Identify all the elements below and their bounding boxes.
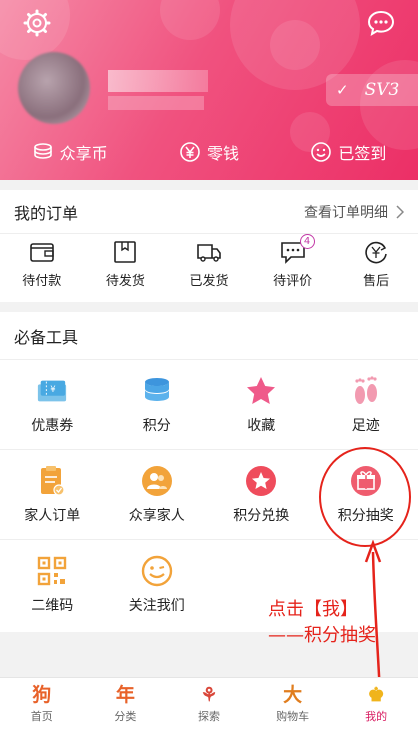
- view-all-orders-link[interactable]: 查看订单明细: [304, 202, 404, 222]
- coupon-icon: ¥: [36, 375, 68, 407]
- bg-bubble: [270, 20, 320, 70]
- coin-stack-icon: [33, 143, 52, 159]
- tool-label: 优惠券: [31, 417, 74, 434]
- package-icon: [114, 240, 137, 263]
- nav-me[interactable]: ♚ 我的: [334, 678, 418, 729]
- nav-label: 我的: [365, 709, 388, 723]
- bottom-nav: 狗 首页 年 分类 ⚘ 探索 大 购物车 ♚ 我的: [0, 677, 418, 729]
- vip-level-badge[interactable]: ✓ SV3: [326, 74, 418, 106]
- order-label: 待付款: [22, 273, 62, 289]
- tool-points[interactable]: 积分: [105, 360, 210, 449]
- user-id-blurred: [108, 96, 204, 110]
- chat-bubble-icon[interactable]: [366, 8, 396, 38]
- check-icon: ✓: [336, 81, 349, 99]
- truck-icon: [197, 243, 221, 262]
- smile-follow-icon: [141, 555, 173, 587]
- nav-category[interactable]: 年 分类: [84, 678, 168, 729]
- order-label: 售后: [363, 273, 390, 289]
- tool-label: 收藏: [247, 417, 276, 434]
- stat-coins-label: 众享币: [59, 144, 108, 163]
- nav-label: 探索: [197, 709, 220, 723]
- tool-label: 足迹: [351, 417, 380, 434]
- annotation-text: 点击【我】 ——积分抽奖: [268, 597, 376, 649]
- orders-card: 我的订单 查看订单明细 待付款 待发货 已发货 4 待评价 售后: [0, 190, 418, 302]
- nav-label: 分类: [114, 709, 137, 723]
- home-icon: 狗: [32, 683, 52, 706]
- tool-label: 积分兑换: [233, 507, 290, 524]
- tool-label: 关注我们: [128, 598, 185, 614]
- view-all-orders-label: 查看订单明细: [304, 204, 388, 221]
- tool-label: 二维码: [31, 598, 74, 614]
- order-pending-shipment[interactable]: 待发货: [84, 234, 168, 292]
- yen-circle-icon: [180, 142, 200, 162]
- gear-icon[interactable]: [22, 8, 52, 38]
- orders-header: 我的订单 查看订单明细: [0, 190, 418, 234]
- tool-coupons[interactable]: ¥ 优惠券: [0, 360, 105, 449]
- order-label: 待评价: [273, 273, 313, 289]
- avatar[interactable]: [18, 52, 90, 124]
- order-status-row: 待付款 待发货 已发货 4 待评价 售后: [0, 233, 418, 292]
- vip-level-text: SV3: [364, 80, 400, 100]
- orders-title: 我的订单: [14, 203, 79, 223]
- smile-icon: [311, 142, 332, 162]
- bg-bubble: [160, 0, 220, 40]
- tools-header: 必备工具: [0, 312, 418, 360]
- refund-icon: [365, 241, 387, 263]
- order-label: 待发货: [105, 273, 145, 289]
- stat-change[interactable]: 零钱: [139, 136, 278, 168]
- star-favorite-icon: [245, 375, 277, 407]
- tool-family-share[interactable]: 众享家人: [105, 450, 210, 539]
- comment-icon-wrap: 4: [279, 233, 315, 266]
- tool-label: 积分: [142, 417, 171, 434]
- stat-checkin[interactable]: 已签到: [279, 136, 418, 168]
- tools-title: 必备工具: [14, 327, 79, 347]
- points-exchange-icon: [245, 465, 277, 497]
- nav-explore[interactable]: ⚘ 探索: [167, 678, 251, 729]
- annotation-line-2: ——积分抽奖: [268, 625, 376, 646]
- order-pending-payment[interactable]: 待付款: [0, 234, 84, 292]
- tool-label: 家人订单: [24, 507, 81, 524]
- family-share-icon: [141, 465, 173, 497]
- chevron-right-icon: [396, 204, 404, 219]
- tool-favorites[interactable]: 收藏: [209, 360, 314, 449]
- nav-label: 首页: [30, 709, 53, 723]
- footprint-icon: [350, 375, 382, 407]
- cart-icon: 大: [283, 683, 303, 706]
- tool-qr-code[interactable]: 二维码: [0, 540, 105, 630]
- explore-icon: ⚘: [200, 683, 218, 706]
- tool-family-orders[interactable]: 家人订单: [0, 450, 105, 539]
- nav-cart[interactable]: 大 购物车: [251, 678, 335, 729]
- category-icon: 年: [115, 683, 135, 706]
- wallet-icon: [29, 242, 54, 262]
- wallet-stats-bar: 众享币 零钱 已签到: [0, 136, 418, 168]
- nav-home[interactable]: 狗 首页: [0, 678, 84, 729]
- annotation-circle: [319, 447, 411, 547]
- order-after-sales[interactable]: 售后: [334, 234, 418, 292]
- order-pending-review[interactable]: 4 待评价: [251, 233, 335, 292]
- stat-checkin-label: 已签到: [338, 144, 387, 163]
- family-order-icon: [36, 465, 68, 497]
- tool-row: ¥ 优惠券 积分 收藏 足迹: [0, 360, 418, 450]
- annotation-line-1: 点击【我】: [268, 599, 358, 620]
- stat-coins[interactable]: 众享币: [0, 136, 139, 168]
- tool-follow-us[interactable]: 关注我们: [105, 540, 210, 630]
- svg-text:¥: ¥: [50, 383, 56, 393]
- qr-code-icon: [36, 555, 68, 587]
- review-count-badge: 4: [299, 233, 315, 249]
- order-label: 已发货: [189, 273, 229, 289]
- profile-header: ✓ SV3 众享币 零钱 已签到: [0, 0, 418, 180]
- tool-footprints[interactable]: 足迹: [314, 360, 418, 449]
- tool-label: 众享家人: [128, 507, 185, 524]
- tool-points-exchange[interactable]: 积分兑换: [209, 450, 314, 539]
- points-database-icon: [141, 375, 173, 407]
- stat-change-label: 零钱: [206, 144, 239, 163]
- me-icon: ♚: [367, 683, 385, 706]
- order-shipped[interactable]: 已发货: [167, 234, 251, 292]
- username-blurred: [108, 70, 208, 92]
- nav-label: 购物车: [276, 709, 310, 723]
